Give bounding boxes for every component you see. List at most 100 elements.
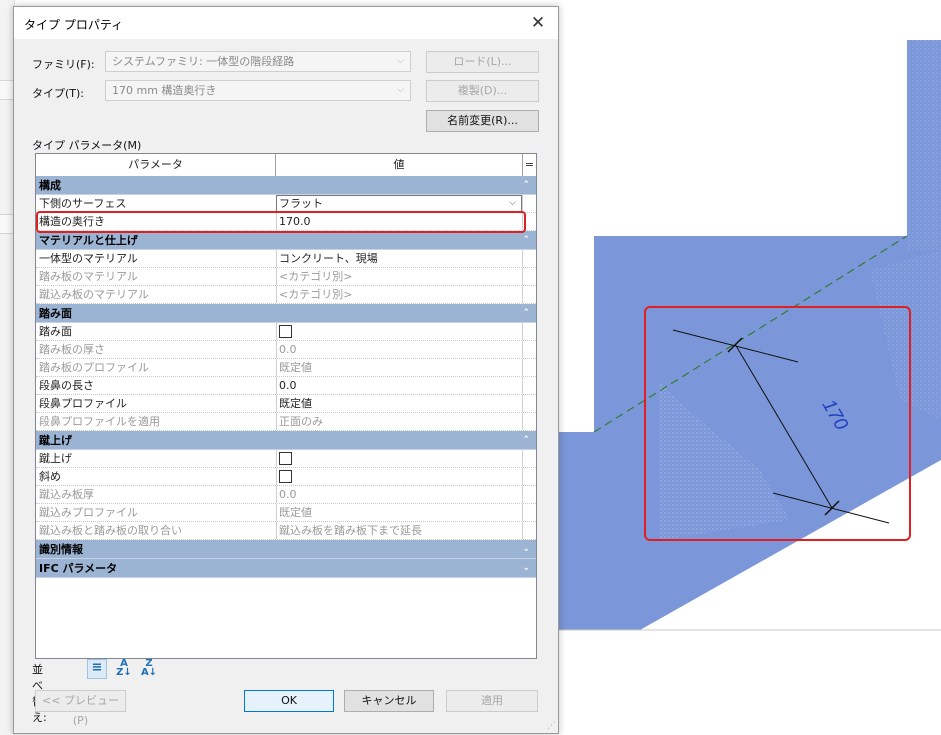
formula-cell[interactable] — [522, 213, 536, 230]
riser-checkbox[interactable] — [279, 451, 292, 465]
type-params-label: タイプ パラメータ(M) — [32, 139, 142, 152]
param-value[interactable] — [276, 468, 522, 485]
param-row[interactable]: 蹴上げ — [36, 450, 536, 468]
sort-ascending-icon[interactable]: A Z↓ — [115, 659, 133, 678]
group-ifc[interactable]: IFC パラメータ ⌄ — [36, 559, 536, 578]
param-value[interactable]: 170.0 — [276, 213, 522, 230]
duplicate-button[interactable]: 複製(D)... — [426, 80, 539, 102]
param-value[interactable]: 正面のみ — [276, 413, 522, 430]
resize-grip-icon[interactable]: ⋰ — [547, 722, 556, 731]
param-value[interactable]: <カテゴリ別> — [276, 268, 522, 285]
family-value: システムファミリ: 一体型の階段経路 — [112, 55, 295, 68]
param-value[interactable]: 0.0 — [276, 341, 522, 358]
formula-cell[interactable] — [522, 413, 536, 430]
param-row[interactable]: 構造の奥行き 170.0 — [36, 213, 536, 231]
group-treads[interactable]: 踏み面 ⌃ — [36, 304, 536, 323]
formula-cell[interactable] — [522, 268, 536, 285]
formula-cell[interactable] — [522, 323, 536, 340]
group-materials[interactable]: マテリアルと仕上げ ⌃ — [36, 231, 536, 250]
param-name: 段鼻プロファイルを適用 — [39, 415, 160, 428]
slanted-checkbox[interactable] — [279, 469, 292, 483]
column-header-parameter[interactable]: パラメータ — [36, 154, 276, 176]
sort-descending-icon[interactable]: Z A↓ — [140, 659, 158, 678]
sort-by-group-icon[interactable]: ≡ — [87, 659, 107, 679]
collapse-icon[interactable]: ⌃ — [522, 304, 530, 322]
group-construction[interactable]: 構成 ⌃ — [36, 176, 536, 195]
apply-button[interactable]: 適用 — [446, 690, 538, 712]
formula-cell[interactable] — [522, 250, 536, 267]
param-value[interactable]: 既定値 — [276, 504, 522, 521]
param-value[interactable]: 既定値 — [276, 359, 522, 376]
family-combo[interactable]: システムファミリ: 一体型の階段経路 ⌵ — [105, 51, 411, 72]
param-row[interactable]: 段鼻の長さ 0.0 — [36, 377, 536, 395]
param-value[interactable]: 0.0 — [276, 486, 522, 503]
expand-icon[interactable]: ⌄ — [522, 559, 530, 577]
param-row[interactable]: 蹴込み板のマテリアル <カテゴリ別> — [36, 286, 536, 304]
rename-button[interactable]: 名前変更(R)... — [426, 110, 539, 132]
value-select[interactable]: フラット ⌵ — [276, 195, 522, 212]
column-header-formula[interactable]: = — [523, 154, 536, 176]
group-identity[interactable]: 識別情報 ⌄ — [36, 540, 536, 559]
param-value[interactable]: コンクリート、現場 — [276, 250, 522, 267]
param-name: 蹴込み板厚 — [39, 488, 94, 501]
type-properties-dialog: タイプ プロパティ ✕ ファミリ(F): システムファミリ: 一体型の階段経路 … — [13, 6, 559, 734]
formula-cell[interactable] — [522, 377, 536, 394]
param-row[interactable]: 段鼻プロファイルを適用 正面のみ — [36, 413, 536, 431]
param-name: 蹴込み板と踏み板の取り合い — [39, 524, 182, 537]
preview-button[interactable]: << プレビュー(P) — [35, 690, 126, 727]
tread-checkbox[interactable] — [279, 324, 292, 338]
parameter-grid[interactable]: パラメータ 値 = 構成 ⌃ 下側のサーフェス フラット ⌵ 構造の奥行き 17… — [35, 153, 537, 659]
param-row[interactable]: 蹴込み板と踏み板の取り合い 蹴込み板を踏み板下まで延長 — [36, 522, 536, 540]
collapse-icon[interactable]: ⌃ — [522, 176, 530, 194]
formula-cell[interactable] — [522, 341, 536, 358]
param-row[interactable]: 踏み板のマテリアル <カテゴリ別> — [36, 268, 536, 286]
param-value[interactable]: <カテゴリ別> — [276, 286, 522, 303]
type-combo[interactable]: 170 mm 構造奥行き ⌵ — [105, 80, 411, 101]
formula-cell[interactable] — [522, 286, 536, 303]
param-name: 蹴込みプロファイル — [39, 506, 138, 519]
group-label: 構成 — [39, 179, 61, 192]
param-row[interactable]: 段鼻プロファイル 既定値 — [36, 395, 536, 413]
param-name: 下側のサーフェス — [39, 197, 127, 210]
formula-cell[interactable] — [522, 359, 536, 376]
cancel-button[interactable]: キャンセル — [344, 690, 434, 712]
param-name: 蹴込み板のマテリアル — [39, 288, 149, 301]
titlebar: タイプ プロパティ ✕ — [14, 7, 558, 39]
param-row[interactable]: 蹴込み板厚 0.0 — [36, 486, 536, 504]
load-button[interactable]: ロード(L)... — [426, 51, 539, 73]
formula-cell[interactable] — [522, 522, 536, 539]
param-row[interactable]: 蹴込みプロファイル 既定値 — [36, 504, 536, 522]
param-name: 踏み板のプロファイル — [39, 361, 149, 374]
param-value[interactable]: 蹴込み板を踏み板下まで延長 — [276, 522, 522, 539]
param-name: 構造の奥行き — [39, 215, 105, 228]
column-header-value[interactable]: 値 — [276, 154, 523, 176]
param-value[interactable] — [276, 323, 522, 340]
chevron-down-icon: ⌵ — [397, 56, 404, 66]
ok-button[interactable]: OK — [244, 690, 334, 712]
family-label: ファミリ(F): — [32, 58, 95, 71]
param-row[interactable]: 踏み板の厚さ 0.0 — [36, 341, 536, 359]
formula-cell[interactable] — [522, 486, 536, 503]
param-name: 踏み板のマテリアル — [39, 270, 138, 283]
param-row[interactable]: 下側のサーフェス フラット ⌵ — [36, 195, 536, 213]
collapse-icon[interactable]: ⌃ — [522, 431, 530, 449]
formula-cell[interactable] — [522, 395, 536, 412]
close-icon[interactable]: ✕ — [526, 11, 550, 35]
param-value[interactable] — [276, 450, 522, 467]
formula-cell[interactable] — [522, 195, 536, 212]
expand-icon[interactable]: ⌄ — [522, 540, 530, 558]
group-risers[interactable]: 蹴上げ ⌃ — [36, 431, 536, 450]
param-value[interactable]: 既定値 — [276, 395, 522, 412]
param-row[interactable]: 斜め — [36, 468, 536, 486]
formula-cell[interactable] — [522, 504, 536, 521]
collapse-icon[interactable]: ⌃ — [522, 231, 530, 249]
param-row[interactable]: 踏み板のプロファイル 既定値 — [36, 359, 536, 377]
param-row[interactable]: 踏み面 — [36, 323, 536, 341]
group-label: 識別情報 — [39, 543, 83, 556]
formula-cell[interactable] — [522, 450, 536, 467]
formula-cell[interactable] — [522, 468, 536, 485]
chevron-down-icon: ⌵ — [397, 85, 404, 95]
param-row[interactable]: 一体型のマテリアル コンクリート、現場 — [36, 250, 536, 268]
group-label: 蹴上げ — [39, 434, 72, 447]
param-value[interactable]: 0.0 — [276, 377, 522, 394]
